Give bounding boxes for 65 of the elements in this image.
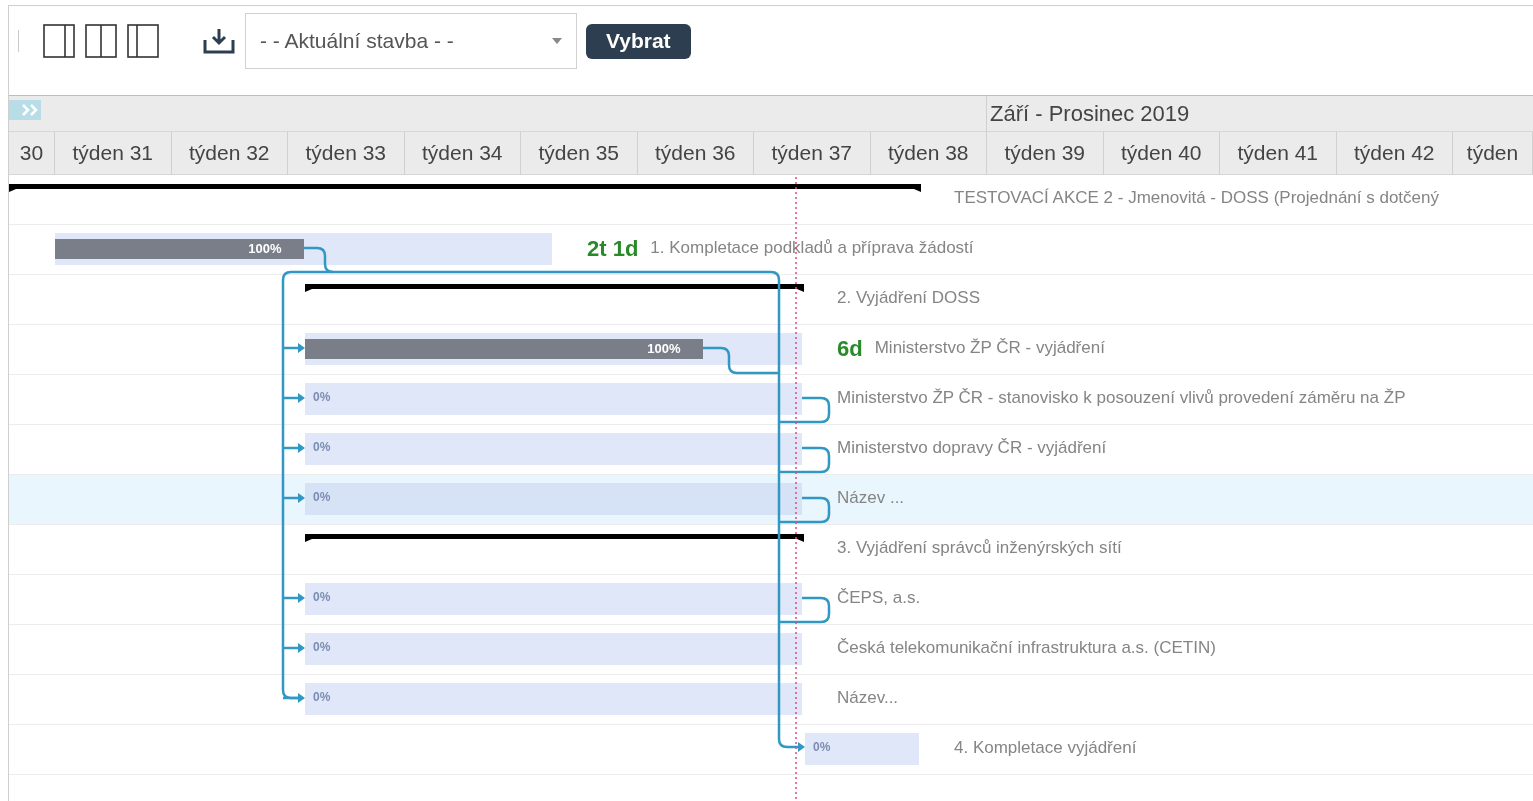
progress-label: 0%	[313, 441, 331, 453]
arrow-icon	[283, 693, 305, 703]
week-header: týden 40	[1103, 132, 1220, 174]
task-label: TESTOVACÍ AKCE 2 - Jmenovitá - DOSS (Projednání s dotčený	[954, 187, 1439, 210]
task-label: ČEPS, a.s.	[837, 587, 921, 610]
progress-label: 0%	[313, 641, 331, 653]
task-bar[interactable]: 0%	[305, 633, 802, 665]
layout-icon[interactable]	[43, 24, 75, 58]
task-label: 3. Vyjádření správců inženýrských sítí	[837, 537, 1122, 560]
task-label: Česká telekomunikační infrastruktura a.s. (CETIN)	[837, 637, 1216, 660]
summary-bar[interactable]	[9, 181, 921, 193]
task-bar[interactable]: 0%	[305, 433, 802, 465]
arrow-icon	[283, 493, 305, 503]
task-bar[interactable]: 100%	[305, 333, 802, 365]
summary-bar[interactable]	[305, 531, 804, 543]
progress-label: 0%	[813, 741, 831, 753]
gantt-row[interactable]: 0% Název ...	[9, 475, 1533, 525]
arrow-icon	[283, 593, 305, 603]
layout-icon[interactable]	[85, 24, 117, 58]
week-header: týden 36	[637, 132, 754, 174]
caret-icon	[552, 38, 562, 44]
progress-label: 0%	[313, 491, 331, 503]
download-icon[interactable]	[203, 28, 235, 54]
build-select[interactable]: - - Aktuální stavba - -	[245, 13, 577, 69]
task-label: Ministerstvo dopravy ČR - vyjádření	[837, 437, 1107, 460]
layout-icon[interactable]	[127, 24, 159, 58]
task-bar[interactable]: 0%	[305, 683, 802, 715]
period-header: Září - Prosinec 2019	[986, 96, 1533, 131]
week-header: týden 31	[55, 132, 172, 174]
task-label: 1. Kompletace podkladů a příprava žádostí	[650, 237, 974, 260]
week-header: týden 42	[1336, 132, 1453, 174]
select-button[interactable]: Vybrat	[586, 23, 691, 59]
task-bar[interactable]: 0%	[305, 483, 802, 515]
task-bar[interactable]: 0%	[805, 733, 919, 765]
task-label: Název...	[837, 687, 899, 710]
week-header: týden 33	[288, 132, 405, 174]
progress-fill: 100%	[305, 339, 703, 359]
arrow-icon	[283, 443, 305, 453]
progress-label: 0%	[313, 591, 331, 603]
task-bar[interactable]: 0%	[305, 583, 802, 615]
week-header: 30	[9, 132, 55, 174]
week-header: týden 37	[754, 132, 871, 174]
week-header: týden 35	[521, 132, 638, 174]
task-label: Ministerstvo ŽP ČR - stanovisko k posouzení vlivů provedení záměru na ŽP	[837, 387, 1406, 410]
task-bar[interactable]: 0%	[305, 383, 802, 415]
arrow-icon	[283, 643, 305, 653]
task-label: 2. Vyjádření DOSS	[837, 287, 980, 310]
week-header: týden 34	[404, 132, 521, 174]
task-label: Název ...	[837, 487, 905, 510]
progress-label: 0%	[313, 391, 331, 403]
week-header: týden 41	[1220, 132, 1337, 174]
summary-bar[interactable]	[305, 281, 804, 293]
week-header: týden 32	[171, 132, 288, 174]
task-label: 4. Kompletace vyjádření	[954, 737, 1137, 760]
progress-label: 0%	[313, 691, 331, 703]
week-header: týden	[1453, 132, 1533, 174]
duration-label: 6d	[837, 334, 863, 363]
week-header: týden 38	[870, 132, 987, 174]
progress-fill: 100%	[55, 239, 304, 259]
task-bar[interactable]: 100%	[55, 233, 552, 265]
arrow-icon	[283, 343, 305, 353]
week-header: týden 39	[987, 132, 1104, 174]
arrow-icon	[283, 393, 305, 403]
task-label: Ministerstvo ŽP ČR - vyjádření	[874, 337, 1105, 360]
duration-label: 2t 1d	[587, 234, 639, 263]
